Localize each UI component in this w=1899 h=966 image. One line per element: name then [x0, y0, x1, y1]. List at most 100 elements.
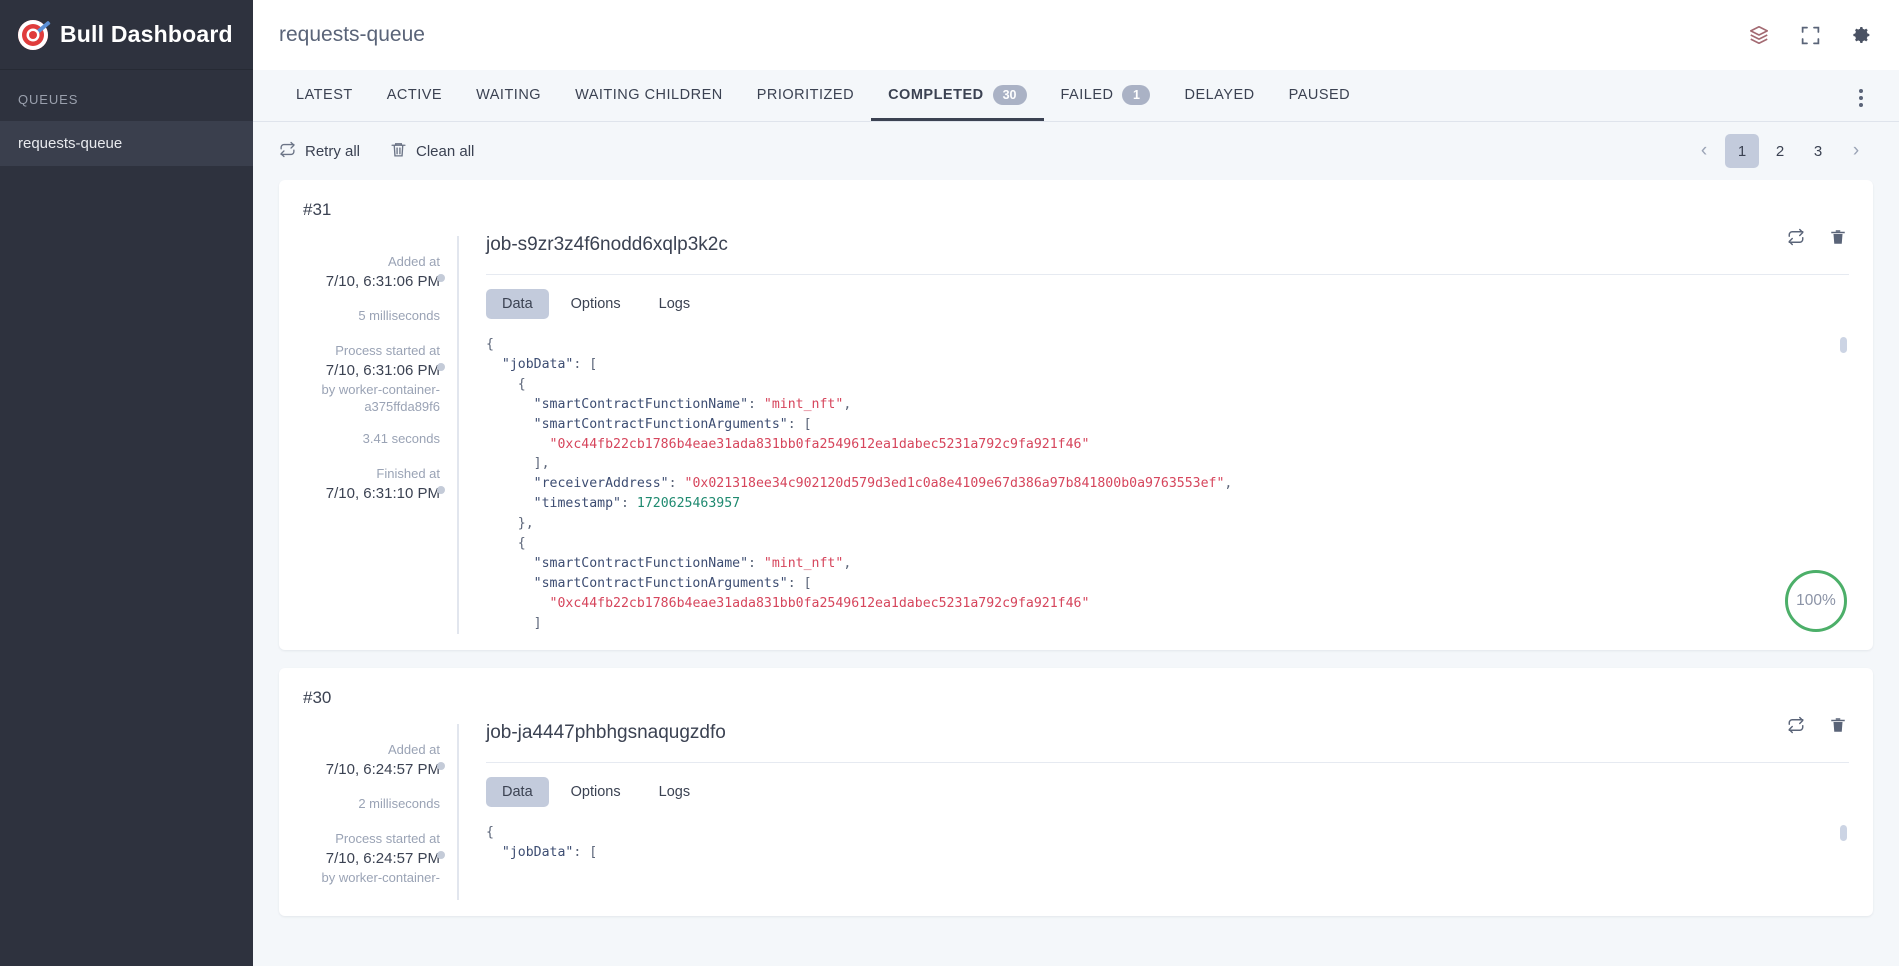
job-progress-indicator: 100%	[1785, 569, 1847, 632]
retry-icon	[279, 141, 296, 162]
tab-waiting-children[interactable]: WAITING CHILDREN	[558, 69, 740, 121]
tab-delayed[interactable]: DELAYED	[1167, 69, 1271, 121]
tab-badge: 1	[1122, 85, 1151, 105]
timeline-process: Process started at 7/10, 6:24:57 PM by wor…	[293, 829, 445, 886]
subtab-options[interactable]: Options	[555, 289, 637, 319]
job-number: #30	[303, 687, 332, 707]
job-card: #30 Added at 7/10, 6:24:57 PM 2 millisecond…	[279, 667, 1873, 916]
job-subtabs: Data Options Logs	[486, 763, 1849, 807]
pagination-page-2[interactable]: 2	[1763, 134, 1797, 168]
redis-stack-icon[interactable]	[1748, 24, 1770, 46]
pagination-prev-button[interactable]: ‹	[1687, 134, 1721, 168]
job-subtabs: Data Options Logs	[486, 275, 1849, 319]
tab-label: WAITING	[476, 87, 542, 103]
retry-job-icon[interactable]	[1787, 716, 1805, 734]
subtab-logs[interactable]: Logs	[643, 289, 706, 319]
subtab-data[interactable]: Data	[486, 776, 549, 807]
tab-label: COMPLETED	[888, 87, 984, 103]
job-timeline: Added at 7/10, 6:31:06 PM 5 milliseconds Pr…	[293, 230, 459, 634]
finished-label: Finished at	[376, 466, 440, 481]
tab-failed[interactable]: FAILED 1	[1044, 69, 1168, 121]
actions-toolbar: Retry all Clean all ‹ 1 2 3 ›	[253, 122, 1899, 180]
tab-prioritized[interactable]: PRIORITIZED	[740, 69, 871, 121]
target-dart-icon	[18, 19, 51, 50]
retry-job-icon[interactable]	[1787, 228, 1805, 246]
tab-paused[interactable]: PAUSED	[1272, 69, 1368, 121]
job-card: #31 Added at 7/10, 6:31:06 PM 5 millisecond…	[279, 180, 1873, 650]
main-area: requests-queue LATEST ACTIVE WAITING WAI…	[253, 0, 1899, 966]
app-root: Bull Dashboard QUEUES requests-queue req…	[0, 0, 1899, 966]
tab-label: PRIORITIZED	[756, 87, 855, 103]
job-json-content: { "jobData": [ { "smartContractFunctionN…	[486, 337, 1233, 631]
tab-completed[interactable]: COMPLETED 30	[871, 69, 1043, 121]
job-list[interactable]: #31 Added at 7/10, 6:31:06 PM 5 millisecond…	[253, 180, 1899, 966]
more-vertical-icon[interactable]	[1849, 89, 1873, 121]
status-tabs: LATEST ACTIVE WAITING WAITING CHILDREN PRIOR…	[279, 69, 1367, 121]
dart-icon	[36, 20, 51, 33]
delete-job-icon[interactable]	[1829, 228, 1847, 246]
process-value: 7/10, 6:24:57 PM	[325, 849, 440, 867]
tab-active[interactable]: ACTIVE	[370, 69, 459, 121]
topbar: requests-queue	[253, 0, 1899, 70]
json-scrollbar-thumb[interactable]	[1840, 337, 1847, 353]
status-tabs-bar: LATEST ACTIVE WAITING WAITING CHILDREN PRIOR…	[253, 70, 1899, 122]
run-duration: 3.41 seconds	[362, 431, 440, 446]
process-label: Process started at	[335, 343, 440, 358]
sidebar: Bull Dashboard QUEUES requests-queue	[0, 0, 253, 966]
job-json-viewer[interactable]: { "jobData": [	[486, 823, 1849, 863]
subtab-data[interactable]: Data	[486, 289, 549, 319]
pagination: ‹ 1 2 3 ›	[1687, 134, 1873, 168]
tab-label: FAILED	[1060, 87, 1114, 103]
clean-all-button[interactable]: Clean all	[390, 141, 474, 162]
fullscreen-icon[interactable]	[1800, 25, 1821, 46]
toolbar-left: Retry all Clean all	[279, 141, 474, 162]
timeline-finished: Finished at 7/10, 6:31:10 PM	[293, 464, 445, 504]
job-detail: job-ja4447phbhgsnaqugzdfo Data Options Logs…	[458, 718, 1849, 900]
retry-all-label: Retry all	[305, 142, 361, 160]
worker-name: by worker-container-	[321, 869, 441, 885]
job-name: job-s9zr3z4f6nodd6xqlp3k2c	[486, 234, 728, 255]
wait-duration: 5 milliseconds	[358, 308, 440, 323]
tab-latest[interactable]: LATEST	[279, 69, 370, 121]
worker-name: by worker-container-a375ffda89f6	[321, 382, 441, 414]
page-title: requests-queue	[279, 23, 425, 46]
wait-duration: 2 milliseconds	[358, 795, 440, 811]
subtab-options[interactable]: Options	[555, 777, 637, 807]
tab-waiting[interactable]: WAITING	[459, 69, 558, 121]
timeline-line	[457, 723, 459, 900]
pagination-next-button[interactable]: ›	[1839, 134, 1873, 168]
retry-all-button[interactable]: Retry all	[279, 141, 360, 162]
brand-header: Bull Dashboard	[0, 0, 253, 70]
pagination-page-3[interactable]: 3	[1801, 134, 1835, 168]
topbar-icons	[1748, 24, 1873, 46]
clean-all-label: Clean all	[416, 142, 475, 160]
tab-label: LATEST	[296, 87, 353, 103]
tab-label: PAUSED	[1288, 87, 1351, 103]
added-label: Added at	[387, 741, 440, 757]
tab-label: DELAYED	[1184, 87, 1255, 103]
job-body: Added at 7/10, 6:24:57 PM 2 milliseconds Pr…	[293, 718, 1849, 900]
process-label: Process started at	[335, 830, 440, 846]
queues-section-label: QUEUES	[18, 92, 79, 107]
pagination-page-1[interactable]: 1	[1725, 134, 1759, 168]
subtab-logs[interactable]: Logs	[643, 777, 706, 807]
process-value: 7/10, 6:31:06 PM	[325, 362, 440, 379]
timeline-added: Added at 7/10, 6:24:57 PM	[293, 740, 445, 780]
job-body: Added at 7/10, 6:31:06 PM 5 milliseconds Pr…	[293, 230, 1849, 634]
timeline-line	[457, 236, 459, 634]
job-timeline: Added at 7/10, 6:24:57 PM 2 milliseconds Pr…	[293, 718, 459, 900]
finished-value: 7/10, 6:31:10 PM	[325, 485, 440, 502]
tab-badge: 30	[992, 85, 1027, 105]
job-json-viewer[interactable]: { "jobData": [ { "smartContractFunctionN…	[486, 335, 1849, 634]
brand-title: Bull Dashboard	[60, 21, 233, 47]
job-detail: job-s9zr3z4f6nodd6xqlp3k2c Data Options Log…	[458, 230, 1849, 634]
json-scrollbar-thumb[interactable]	[1840, 824, 1847, 841]
added-value: 7/10, 6:24:57 PM	[325, 760, 440, 778]
job-name: job-ja4447phbhgsnaqugzdfo	[486, 721, 726, 743]
settings-gear-icon[interactable]	[1851, 24, 1873, 46]
timeline-dot	[437, 486, 445, 494]
delete-job-icon[interactable]	[1829, 716, 1847, 734]
sidebar-item-requests-queue[interactable]: requests-queue	[0, 121, 253, 166]
timeline-added: Added at 7/10, 6:31:06 PM	[293, 252, 445, 292]
timeline-dot	[437, 850, 445, 859]
